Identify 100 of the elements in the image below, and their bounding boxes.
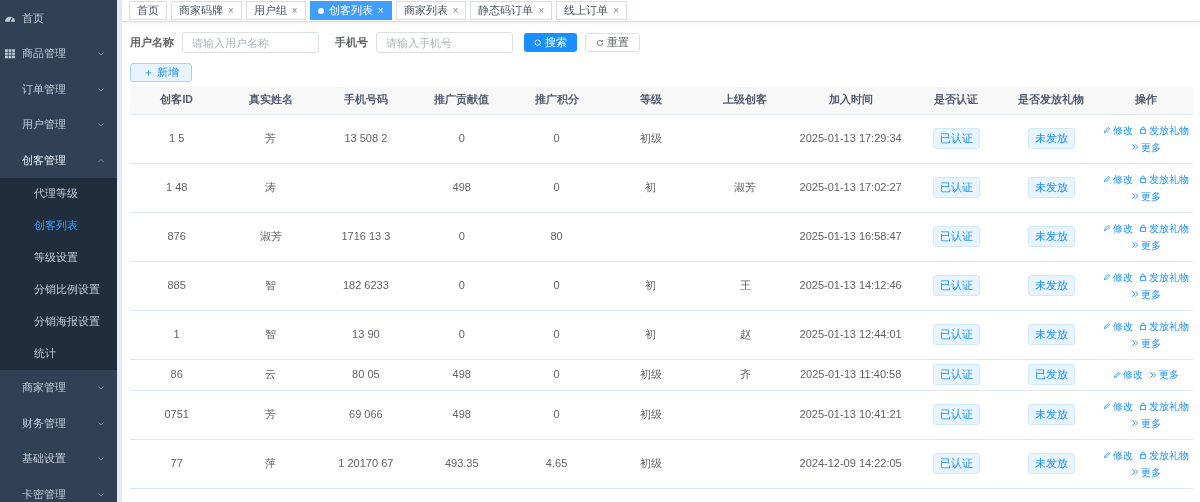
table-cell: 0: [509, 390, 604, 439]
menu-item[interactable]: 用户管理: [0, 106, 117, 142]
table-cell: 初级: [603, 359, 699, 390]
table-cell: 0: [509, 359, 604, 390]
table-cell: 1: [130, 310, 224, 359]
submenu-item[interactable]: 创客列表: [0, 209, 117, 242]
input-field[interactable]: 请输入手机号: [376, 32, 513, 53]
more-link[interactable]: 更多: [1131, 139, 1162, 155]
tab[interactable]: 线上订单 ×: [556, 1, 628, 20]
edit-link[interactable]: 修改: [1103, 318, 1134, 334]
menu-item[interactable]: 财务管理: [0, 405, 117, 441]
chevron-down-icon: [97, 490, 105, 499]
close-icon[interactable]: ×: [452, 3, 459, 18]
gift-link[interactable]: 发放礼物: [1139, 269, 1190, 285]
double-chevron-icon: [1131, 339, 1140, 347]
lock-icon: [1139, 273, 1148, 281]
search-button[interactable]: 搜索: [523, 33, 577, 52]
more-link[interactable]: 更多: [1131, 464, 1162, 480]
column-header: 推广积分: [509, 87, 604, 114]
menu-item[interactable]: 基础设置: [0, 440, 117, 476]
gift-link[interactable]: 发放礼物: [1139, 122, 1190, 138]
edit-link[interactable]: 修改: [1103, 447, 1134, 463]
add-button[interactable]: ＋ 新增: [130, 63, 192, 82]
status-tag: 已认证: [932, 363, 980, 386]
field-label: 手机号: [335, 35, 368, 51]
tab[interactable]: 商家列表 ×: [395, 1, 467, 20]
close-icon[interactable]: ×: [377, 3, 384, 18]
gift-link[interactable]: 发放礼物: [1139, 447, 1190, 463]
table-cell: 2025-01-13 11:40:58: [792, 359, 909, 390]
status-tag: 未发放: [1027, 127, 1075, 150]
submenu-item[interactable]: 统计: [0, 337, 117, 370]
menu-item[interactable]: 商品管理: [0, 35, 117, 71]
column-header: 操作: [1099, 87, 1193, 114]
table-cell: 0: [414, 212, 510, 261]
gift-link[interactable]: 发放礼物: [1139, 318, 1190, 334]
table-cell: 0: [509, 261, 604, 310]
edit-icon: [1103, 224, 1112, 232]
table-cell: 0: [509, 310, 604, 359]
double-chevron-icon: [1131, 468, 1140, 476]
status-tag: 未发放: [1027, 403, 1075, 426]
gift-link[interactable]: 发放礼物: [1139, 171, 1190, 187]
edit-link[interactable]: 修改: [1103, 269, 1134, 285]
table-cell: 1 48: [130, 163, 224, 212]
table-cell: 2025-01-13 10:41:21: [792, 390, 909, 439]
table-cell: 498: [414, 359, 510, 390]
more-link[interactable]: 更多: [1149, 367, 1180, 382]
input-field[interactable]: 请输入用户名称: [182, 32, 319, 53]
more-link[interactable]: 更多: [1131, 188, 1162, 204]
menu-item[interactable]: 首页: [0, 0, 117, 36]
status-tag: 已认证: [932, 176, 980, 199]
table-cell: 智: [223, 261, 318, 310]
edit-link[interactable]: 修改: [1103, 171, 1134, 187]
table-cell: 淑芳: [698, 163, 793, 212]
more-link[interactable]: 更多: [1131, 415, 1162, 431]
edit-link[interactable]: 修改: [1103, 398, 1134, 414]
status-tag: 已认证: [932, 323, 980, 346]
close-icon[interactable]: ×: [228, 3, 234, 18]
refresh-icon: [595, 38, 604, 47]
tab[interactable]: 静态码订单 ×: [470, 1, 553, 20]
tab[interactable]: 商家码牌 ×: [171, 1, 242, 20]
status-tag: 已认证: [932, 274, 980, 297]
table-cell: 2024-12-09 14:22:05: [792, 439, 909, 488]
close-icon[interactable]: ×: [538, 3, 545, 18]
gift-link[interactable]: 发放礼物: [1139, 398, 1190, 414]
status-tag: 已认证: [932, 127, 980, 150]
more-link[interactable]: 更多: [1131, 335, 1162, 351]
edit-link[interactable]: 修改: [1113, 367, 1144, 382]
more-link[interactable]: 更多: [1131, 286, 1162, 302]
column-header: 手机号码: [317, 87, 415, 114]
edit-link[interactable]: 修改: [1103, 122, 1134, 138]
menu-item[interactable]: 订单管理: [0, 71, 117, 107]
status-tag: 未发放: [1027, 323, 1075, 346]
edit-link[interactable]: 修改: [1103, 220, 1134, 236]
tab[interactable]: 用户组 ×: [245, 1, 306, 20]
table-cell: 0: [414, 310, 510, 359]
double-chevron-icon: [1131, 290, 1140, 298]
gift-link[interactable]: 发放礼物: [1139, 220, 1190, 236]
table-cell: 2025-01-13 16:58:47: [792, 212, 909, 261]
menu-item[interactable]: 卡密管理: [0, 476, 117, 502]
tab[interactable]: 首页: [129, 1, 167, 20]
status-tag: 未发放: [1027, 452, 1075, 475]
double-chevron-icon: [1131, 192, 1140, 200]
close-icon[interactable]: ×: [613, 3, 620, 18]
edit-icon: [1103, 322, 1112, 330]
table-cell: 498: [414, 163, 510, 212]
menu-item[interactable]: 商家管理: [0, 369, 117, 405]
menu-item[interactable]: 创客管理: [0, 142, 117, 178]
submenu-item[interactable]: 代理等级: [0, 177, 117, 210]
submenu-item[interactable]: 分销比例设置: [0, 273, 117, 306]
submenu-item[interactable]: 分销海报设置: [0, 305, 117, 338]
submenu-item[interactable]: 等级设置: [0, 241, 117, 274]
more-link[interactable]: 更多: [1131, 237, 1162, 253]
tab[interactable]: 创客列表 ×: [309, 1, 392, 20]
column-header: 是否认证: [908, 87, 1004, 114]
table-cell: 69 066: [317, 390, 415, 439]
reset-button[interactable]: 重置: [584, 33, 640, 52]
table-cell: 885: [130, 261, 224, 310]
edit-icon: [1103, 126, 1112, 134]
close-icon[interactable]: ×: [291, 3, 298, 18]
table-cell: 1 5: [130, 114, 224, 163]
